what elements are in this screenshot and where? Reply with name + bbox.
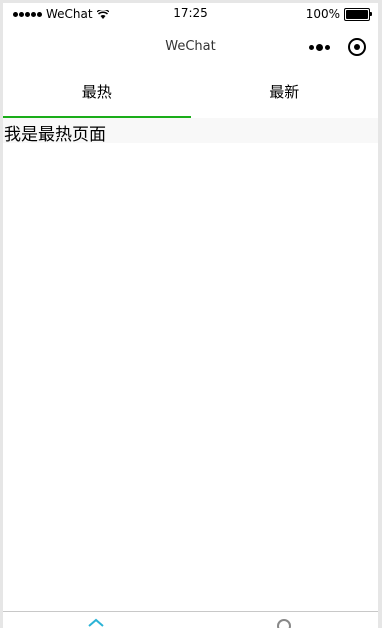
battery-icon [344, 7, 372, 21]
app-frame: WeChat 17:25 100% WeChat 最热 最新 我是最热页面 [3, 3, 378, 628]
close-target-icon[interactable] [348, 38, 366, 56]
more-menu-icon[interactable] [309, 43, 330, 51]
user-icon[interactable] [275, 618, 293, 628]
capsule-menu [309, 33, 366, 61]
content-area: 我是最热页面 [3, 118, 378, 145]
battery-percent: 100% [305, 7, 340, 21]
tab-hottest[interactable]: 最热 [3, 69, 191, 118]
nav-bar: WeChat [3, 25, 378, 69]
bottom-tab-bar [3, 611, 378, 628]
tab-bar-top: 最热 最新 [3, 69, 378, 118]
home-icon[interactable] [87, 618, 105, 628]
page-content-text: 我是最热页面 [4, 125, 106, 145]
status-right: 100% [305, 7, 372, 21]
status-bar: WeChat 17:25 100% [3, 3, 378, 25]
tab-newest[interactable]: 最新 [191, 69, 379, 118]
